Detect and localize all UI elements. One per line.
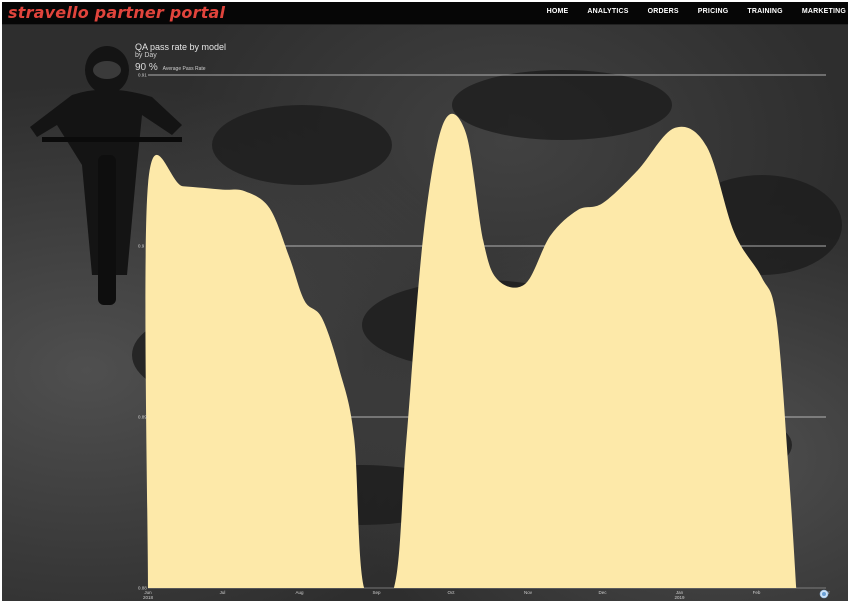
reset-zoom-icon[interactable] [819, 589, 829, 599]
x-tick-label: Nov [524, 590, 533, 595]
y-tick-label: 0.91 [138, 73, 147, 78]
x-tick-label: Dec [598, 590, 607, 595]
area-series [145, 113, 797, 588]
app-frame: stravello partner portal HOME ANALYTICS … [2, 2, 848, 601]
x-tick-year-label: 2018 [143, 595, 154, 600]
y-tick-label: 0.9 [138, 244, 145, 249]
area-series-path[interactable] [145, 113, 797, 588]
x-tick-label: Jul [220, 590, 226, 595]
x-tick-label: Sep [372, 590, 381, 595]
x-tick-year-label: 2019 [674, 595, 685, 600]
y-tick-label: 0.89 [138, 415, 147, 420]
x-tick-label: Oct [447, 590, 455, 595]
pass-rate-chart[interactable]: 0.910.90.890.88 Jun2018Jul Aug Sep Oct Nov De… [2, 2, 848, 601]
x-tick-label: Feb [753, 590, 761, 595]
x-axis-ticks: Jun2018JulAugSepOctNovDecJan2019FebMar [143, 590, 830, 600]
x-tick-label: Aug [295, 590, 304, 595]
